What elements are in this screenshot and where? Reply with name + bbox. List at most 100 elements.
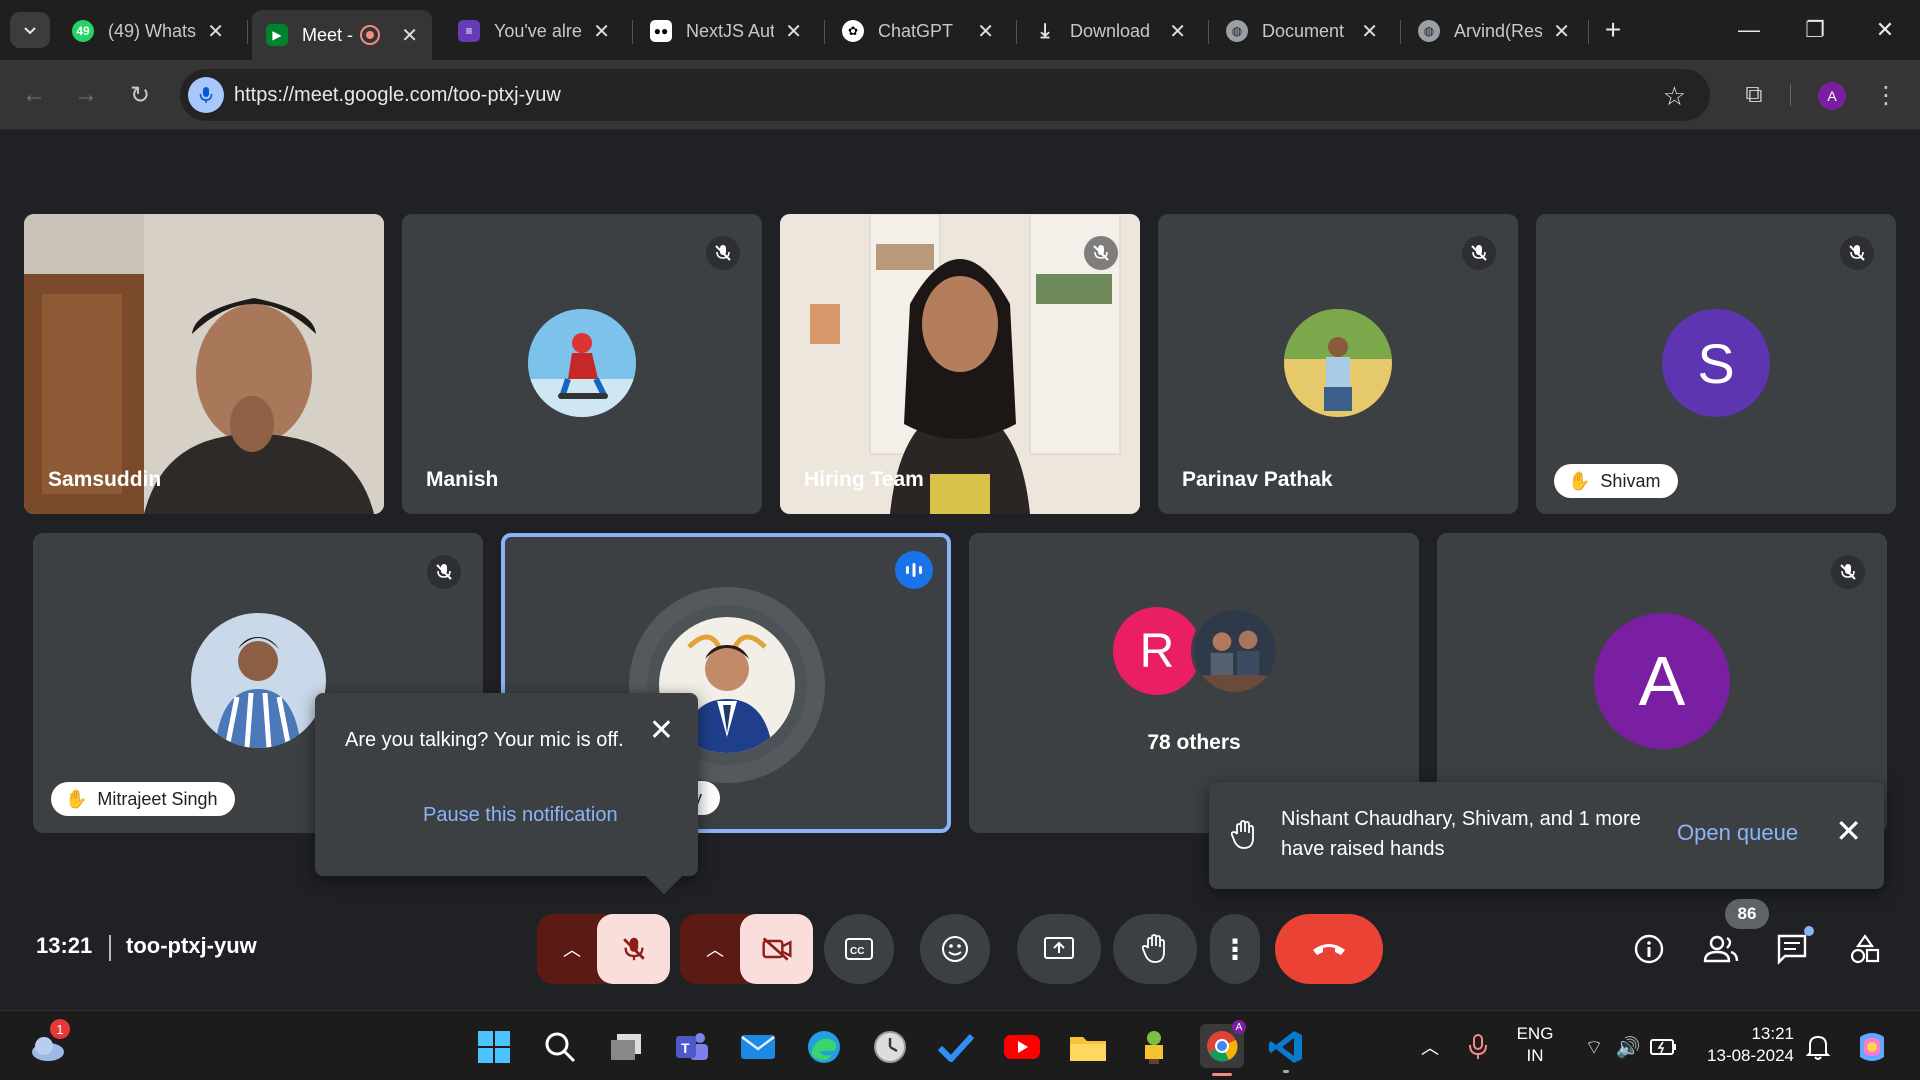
chevron-up-icon: ︿: [706, 940, 724, 960]
back-button[interactable]: ←: [16, 77, 52, 113]
language-indicator[interactable]: ENG IN: [1512, 1023, 1558, 1067]
tab-nextjs[interactable]: ●● NextJS Aut ✕: [636, 10, 816, 52]
google-meet-icon: ▶: [266, 24, 288, 46]
mail-app[interactable]: [738, 1027, 778, 1067]
todo-app[interactable]: [936, 1027, 976, 1067]
extensions-button[interactable]: ⧉: [1736, 77, 1772, 113]
more-options-button[interactable]: ⋮: [1210, 914, 1260, 984]
volume-status[interactable]: 🔊: [1608, 1027, 1648, 1067]
captions-button[interactable]: CC: [824, 914, 894, 984]
windows-logo-icon: [478, 1031, 510, 1063]
microphone-in-use-indicator[interactable]: [1458, 1027, 1498, 1067]
people-button[interactable]: [1700, 928, 1742, 970]
start-button[interactable]: [474, 1027, 514, 1067]
teams-app[interactable]: T: [672, 1027, 712, 1067]
chrome-icon: [1207, 1031, 1238, 1062]
mic-off-icon: [706, 236, 740, 270]
tab-chatgpt[interactable]: ✿ ChatGPT ✕: [828, 10, 1008, 52]
close-icon[interactable]: ✕: [1835, 812, 1862, 850]
close-icon[interactable]: ✕: [1553, 19, 1570, 44]
raised-hand-icon: ✋: [1568, 470, 1591, 491]
close-icon[interactable]: ✕: [649, 713, 674, 748]
mic-control-group: ︿: [537, 914, 670, 984]
site-mic-indicator[interactable]: [188, 77, 224, 113]
participant-name: Shivam: [1600, 470, 1661, 491]
bookmark-star-icon[interactable]: ☆: [1663, 81, 1686, 112]
clock-time: 13:21: [1751, 1024, 1794, 1043]
more-vert-icon: ⋮: [1874, 81, 1898, 109]
restore-button[interactable]: ❐: [1790, 12, 1840, 48]
tab-title: NextJS Aut: [686, 20, 774, 41]
profile-avatar[interactable]: A: [1818, 82, 1846, 110]
participant-tile-samsuddin[interactable]: Samsuddin: [24, 214, 384, 514]
close-icon[interactable]: ✕: [1169, 19, 1186, 44]
chrome-app[interactable]: A: [1200, 1020, 1246, 1076]
system-clock[interactable]: 13:21 13-08-2024: [1694, 1023, 1794, 1067]
close-window-button[interactable]: ✕: [1860, 12, 1910, 48]
activities-button[interactable]: [1844, 928, 1886, 970]
tab-search-button[interactable]: [10, 12, 50, 48]
close-icon[interactable]: ✕: [401, 23, 418, 48]
browser-menu-button[interactable]: ⋮: [1868, 77, 1904, 113]
divider: [109, 935, 111, 961]
tab-title: Meet -: [302, 24, 354, 45]
close-icon[interactable]: ✕: [1361, 19, 1378, 44]
clock-icon: [874, 1031, 906, 1063]
pause-notification-link[interactable]: Pause this notification: [423, 804, 618, 827]
tab-whatsapp[interactable]: 49 (49) Whats ✕: [58, 10, 238, 52]
close-icon[interactable]: ✕: [207, 19, 224, 44]
close-icon[interactable]: ✕: [593, 19, 610, 44]
clock-app[interactable]: [870, 1027, 910, 1067]
participant-tile-shivam[interactable]: S ✋ Shivam: [1536, 214, 1896, 514]
file-explorer-app[interactable]: [1068, 1027, 1108, 1067]
minimize-icon: —: [1738, 17, 1760, 42]
participant-tile-manish[interactable]: Manish: [402, 214, 762, 514]
youtube-icon: [1004, 1035, 1040, 1059]
mic-off-icon: [622, 937, 645, 961]
tab-forms[interactable]: ≡ You've alre ✕: [444, 10, 624, 52]
forward-button[interactable]: →: [68, 77, 104, 113]
participant-tile-parinav-pathak[interactable]: Parinav Pathak: [1158, 214, 1518, 514]
leave-call-button[interactable]: [1275, 914, 1383, 984]
raise-hand-button[interactable]: [1113, 914, 1197, 984]
chevron-down-icon: [24, 27, 36, 35]
weather-widget[interactable]: 1: [28, 1019, 70, 1067]
reload-button[interactable]: ↻: [122, 77, 158, 113]
closed-captions-icon: CC: [845, 938, 873, 960]
raised-hand-name-pill: ✋ Mitrajeet Singh: [51, 782, 236, 816]
close-icon[interactable]: ✕: [977, 19, 994, 44]
chat-button[interactable]: [1772, 926, 1814, 970]
raised-hand-icon: ✋: [65, 788, 88, 809]
notifications-button[interactable]: [1798, 1027, 1838, 1067]
tab-meet[interactable]: ▶ Meet - ✕: [252, 10, 432, 60]
copilot-button[interactable]: [1852, 1027, 1892, 1067]
camera-control-group: ︿: [680, 914, 813, 984]
profile-badge: A: [1232, 1020, 1246, 1034]
minimize-button[interactable]: —: [1724, 12, 1774, 48]
reactions-button[interactable]: [920, 914, 990, 984]
meeting-details-button[interactable]: [1628, 928, 1670, 970]
participant-initial-avatar: S: [1662, 309, 1770, 417]
pinned-app[interactable]: [1134, 1027, 1174, 1067]
open-queue-link[interactable]: Open queue: [1677, 820, 1798, 846]
vscode-app[interactable]: [1266, 1027, 1306, 1073]
search-button[interactable]: [540, 1027, 580, 1067]
participant-tile-hiring-team[interactable]: Hiring Team: [780, 214, 1140, 514]
mic-toggle-button[interactable]: [597, 914, 670, 984]
battery-status[interactable]: [1644, 1027, 1684, 1067]
others-count-label: 78 others: [1147, 731, 1241, 754]
url-bar[interactable]: https://meet.google.com/too-ptxj-yuw ☆: [180, 69, 1710, 121]
camera-toggle-button[interactable]: [740, 914, 813, 984]
edge-app[interactable]: [804, 1027, 844, 1067]
tab-document[interactable]: ◍ Document ✕: [1212, 10, 1392, 52]
task-view-button[interactable]: [606, 1027, 646, 1067]
tab-arvind[interactable]: ◍ Arvind(Res ✕: [1404, 10, 1584, 52]
new-tab-button[interactable]: +: [1588, 12, 1638, 48]
close-icon[interactable]: ✕: [785, 19, 802, 44]
youtube-app[interactable]: [1002, 1027, 1042, 1067]
tab-download[interactable]: ⤓ Download ✕: [1020, 10, 1200, 52]
show-hidden-icons-button[interactable]: ︿: [1410, 1027, 1450, 1067]
present-screen-button[interactable]: [1017, 914, 1101, 984]
tooltip-message: Are you talking? Your mic is off.: [345, 729, 624, 751]
participant-name: Mitrajeet Singh: [97, 788, 218, 809]
